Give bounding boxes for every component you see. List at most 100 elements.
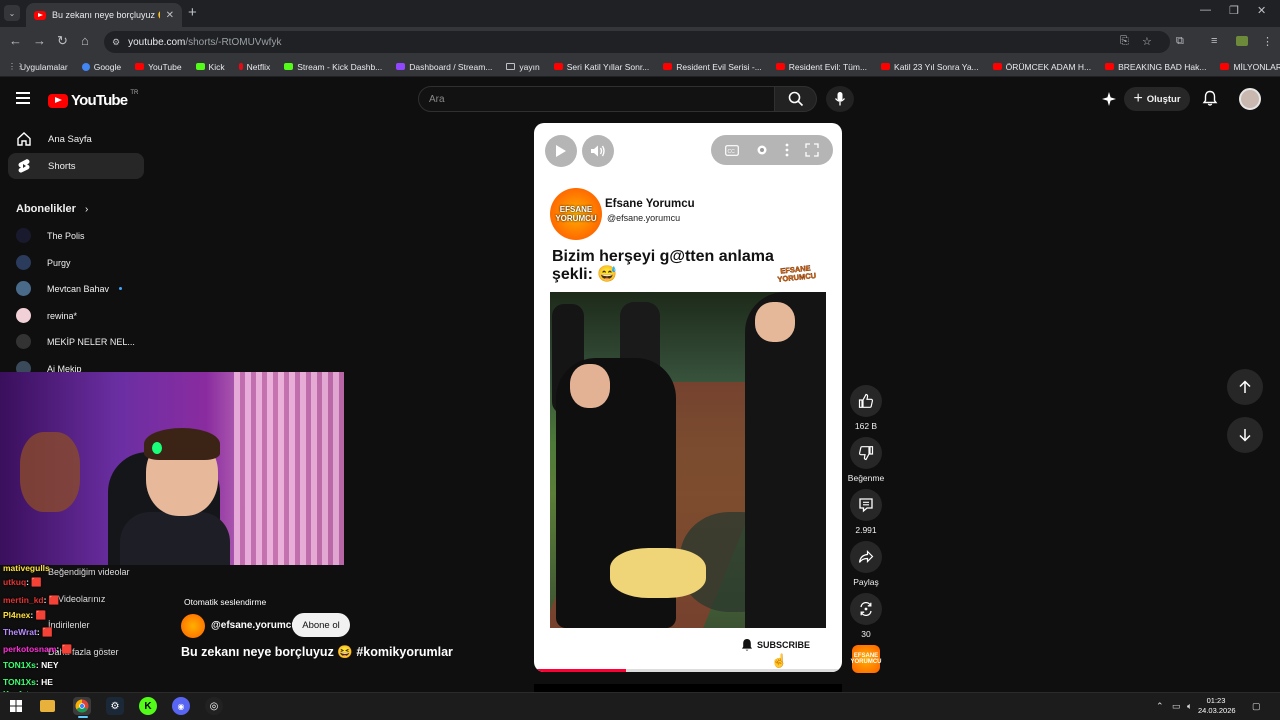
search-button[interactable] [775,86,817,112]
remix-button[interactable] [850,593,882,625]
system-clock[interactable]: 01:23 24.03.2026 [1198,696,1236,716]
discord-icon[interactable]: ◉ [172,697,190,715]
browser-tab[interactable]: Bu zekanı neye borçluyuz 😆 #k ✕ [26,3,182,27]
new-tab-button[interactable]: + [188,4,197,21]
reading-list-icon[interactable]: ≡ [1211,35,1217,47]
bookmark-item[interactable]: Netflix [238,62,270,72]
bookmark-star-icon[interactable]: ☆ [1142,35,1152,48]
chevron-right-icon: › [84,204,89,215]
bookmark-item[interactable]: Seri Katil Yıllar Sonr... [553,62,649,72]
chrome-icon[interactable] [73,697,91,715]
youtube-favicon-icon [34,10,46,20]
windows-start-icon[interactable] [7,697,25,715]
comments-button[interactable] [850,489,882,521]
bookmark-item[interactable]: ⋮⋮ Uygulamalar [8,62,68,72]
forward-button[interactable]: → [33,33,46,48]
fullscreen-icon[interactable] [805,143,819,157]
account-avatar[interactable] [1239,88,1261,110]
shorts-player[interactable]: CC EFSANE YORUMCU Efsane Yorumcu @efsane… [534,123,842,672]
search-input[interactable]: Ara [418,86,775,112]
chat-message: mertin_kd: 🟥 [3,595,59,606]
bookmark-item[interactable]: YouTube [135,62,182,72]
share-button[interactable] [850,541,882,573]
bookmark-label: Google [93,61,122,72]
subscriptions-heading[interactable]: Abonelikler › [16,203,88,215]
more-options-icon[interactable] [785,143,789,157]
site-info-icon[interactable]: ⚙ [112,37,120,48]
steam-icon[interactable]: ⚙ [106,697,124,715]
notifications-button[interactable] [1202,90,1218,112]
bookmark-item[interactable]: Resident Evil: Tüm... [775,62,867,72]
sidebar-item-home[interactable]: Ana Sayfa [8,126,144,152]
volume-tray-icon[interactable]: 🔈︎ [1187,701,1192,712]
subscribe-button[interactable]: Abone ol [292,613,350,637]
tab-search-button[interactable]: ⌄ [4,5,20,21]
volume-button[interactable] [582,135,614,167]
sidebar-item-your-videos[interactable]: Videolarınız [58,594,105,604]
bookmark-item[interactable]: ÖRÜMCEK ADAM H... [992,62,1091,72]
browser-menu-icon[interactable]: ⋮ [1262,35,1273,48]
bookmark-item[interactable]: Stream - Kick Dashb... [284,62,382,72]
tray-overflow-icon[interactable]: ⌃ [1156,701,1164,712]
previous-short-button[interactable] [1227,369,1263,405]
bell-icon [1202,90,1218,106]
voice-search-button[interactable] [826,86,854,112]
bookmark-item[interactable]: Dashboard / Stream... [396,62,492,72]
subscription-item[interactable]: Mevtcan Bahav [16,281,123,296]
notification-center-icon[interactable]: ▢ [1252,701,1261,712]
minimize-window-button[interactable]: — [1200,4,1211,16]
dislike-button[interactable] [850,437,882,469]
sound-thumbnail[interactable]: EFSANE YORUMCU [851,645,882,673]
sidebar-item-liked-videos[interactable]: Beğendiğim videolar [48,567,130,577]
play-button[interactable] [545,135,577,167]
restore-window-button[interactable]: ❐ [1229,4,1239,17]
share-icon [858,550,874,563]
youtube-logo[interactable]: YouTube TR [48,90,138,109]
bookmark-item[interactable]: Kick [195,62,225,72]
thumbs-down-icon [858,446,874,461]
next-short-button[interactable] [1227,417,1263,453]
subscription-item[interactable]: MEKİP NELER NEL... [16,334,135,349]
bookmark-label: Katil 23 Yıl Sonra Ya... [894,61,979,72]
bookmark-item[interactable]: yayın [506,62,540,72]
channel-handle-link[interactable]: @efsane.yorumcu [211,620,297,631]
install-app-icon[interactable]: ⎘ [1120,35,1129,48]
obs-icon[interactable]: ◎ [205,697,223,715]
subscription-item[interactable]: The Polis [16,228,85,243]
kick-icon [284,63,294,70]
extensions-icon[interactable]: ⧉ [1176,35,1184,48]
ai-sparkle-button[interactable] [1101,91,1117,112]
channel-avatar[interactable] [181,614,205,638]
create-button[interactable]: + Oluştur [1124,87,1190,111]
subscription-item[interactable]: rewina* [16,308,77,323]
chat-username: TON1Xs [3,677,36,687]
back-button[interactable]: ← [9,33,22,48]
kick-app-icon[interactable]: K [139,697,157,715]
sidebar-item-shorts[interactable]: Shorts [8,153,144,179]
bookmark-item[interactable]: BREAKING BAD Hak... [1105,62,1206,72]
captions-icon[interactable]: CC [725,144,739,156]
profile-extension-icon[interactable] [1236,36,1248,46]
like-button[interactable] [850,385,882,417]
close-tab-icon[interactable]: ✕ [166,10,174,21]
subscription-item[interactable]: Purgy [16,255,71,270]
address-bar[interactable]: ⚙ youtube.com/shorts/-RtOMUVwfyk [104,31,1170,53]
sidebar-item-downloads[interactable]: İndirilenler [48,620,90,630]
arrow-up-icon [1239,380,1251,393]
bookmark-item[interactable]: MİLYONLAR ÇALAR... [1220,62,1280,72]
home-button[interactable]: ⌂ [81,33,89,48]
chat-message: Pl4nex: 🟥 [3,610,46,621]
bookmark-item[interactable]: Katil 23 Yıl Sonra Ya... [881,62,979,72]
file-explorer-icon[interactable] [40,700,55,712]
hamburger-menu-icon[interactable] [16,92,30,104]
video-frame [550,292,826,628]
settings-icon[interactable] [755,143,769,157]
bookmark-item[interactable]: Google [81,61,122,72]
subscribe-overlay-button[interactable]: SUBSCRIBE [740,635,810,655]
bookmark-item[interactable]: Resident Evil Serisi -... [663,62,762,72]
video-caption: Bizim herşeyi g@tten anlama şekli: 😅 [552,248,774,283]
channel-logo[interactable]: EFSANE YORUMCU [550,188,602,240]
network-icon[interactable]: ▭ [1172,701,1181,712]
reload-button[interactable]: ↻ [57,33,68,49]
close-window-button[interactable]: ✕ [1257,4,1266,17]
